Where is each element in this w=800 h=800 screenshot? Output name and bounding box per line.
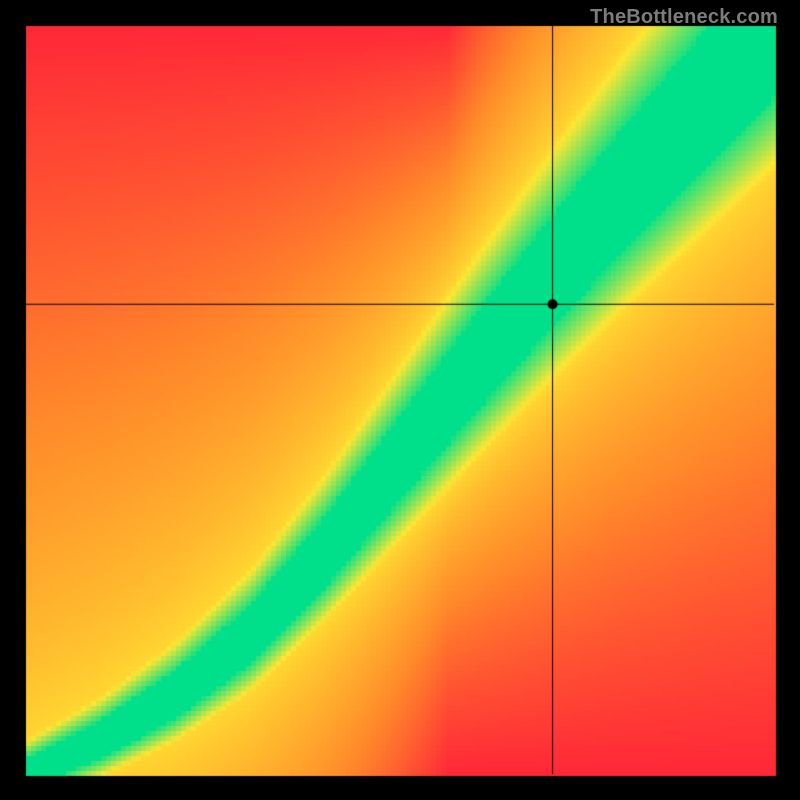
- bottleneck-heatmap: [0, 0, 800, 800]
- watermark-text: TheBottleneck.com: [590, 6, 778, 29]
